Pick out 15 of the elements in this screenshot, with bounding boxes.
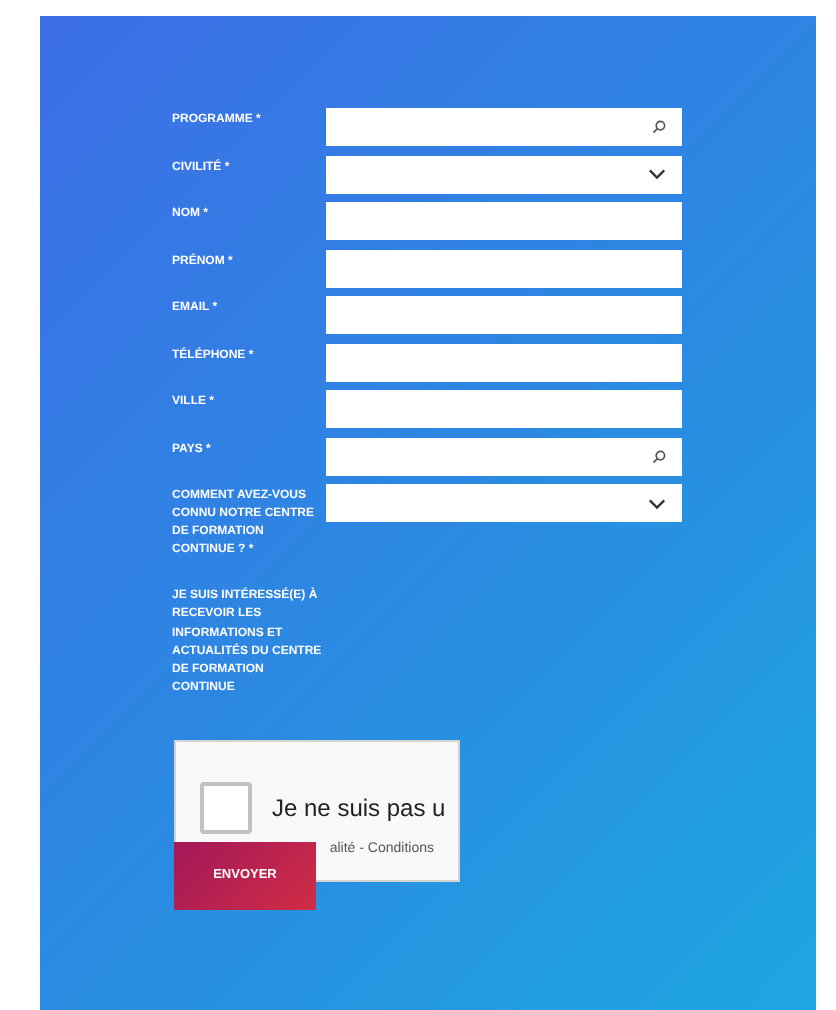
captcha-checkbox[interactable]	[200, 781, 252, 834]
input-field[interactable]	[326, 202, 682, 240]
chevron-down-icon	[648, 497, 666, 509]
input-field[interactable]	[326, 390, 682, 428]
select-field[interactable]	[326, 484, 682, 522]
chevron-down-icon	[648, 168, 666, 180]
search-icon	[652, 449, 666, 463]
input-field[interactable]	[326, 249, 682, 287]
input-field[interactable]	[326, 343, 682, 381]
search-field[interactable]	[326, 437, 682, 475]
captcha-text: Je ne suis pas u	[272, 791, 446, 826]
input-field[interactable]	[326, 296, 682, 334]
select-field[interactable]	[326, 155, 682, 193]
search-icon	[652, 120, 666, 134]
search-field[interactable]	[326, 108, 682, 146]
